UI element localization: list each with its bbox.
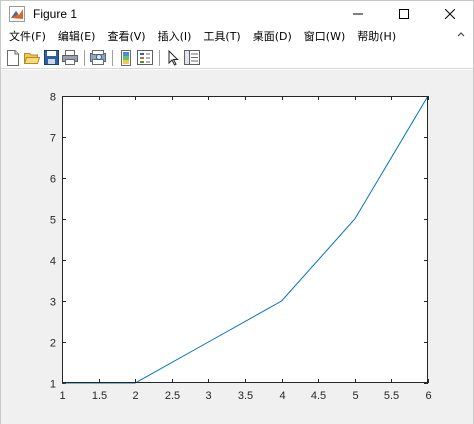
new-figure-button[interactable] (4, 49, 22, 67)
menu-tools[interactable]: 工具(T) (197, 27, 246, 47)
x-tick-label: 3 (205, 390, 211, 402)
line-plot[interactable]: 1 1.5 2 2.5 3 3.5 4 4.5 5 5.5 6 1 2 3 4 5 6 7 8 (0, 69, 472, 423)
insert-legend-button[interactable] (136, 49, 154, 67)
save-disk-icon (43, 50, 59, 65)
print-preview-button[interactable] (89, 49, 107, 67)
x-tick-label: 3.5 (238, 390, 253, 402)
print-button[interactable] (61, 49, 79, 67)
y-tick-label: 6 (50, 174, 56, 186)
y-tick-label: 8 (50, 92, 56, 104)
y-tick-label: 2 (50, 338, 56, 350)
x-tick-label: 1.5 (92, 390, 107, 402)
menu-desktop[interactable]: 桌面(D) (247, 27, 298, 47)
toolbar-separator (84, 49, 85, 66)
arrow-pointer-icon (168, 49, 179, 66)
matlab-logo-icon (9, 6, 25, 22)
property-inspector-button[interactable] (183, 49, 201, 67)
menu-insert[interactable]: 插入(I) (152, 27, 198, 47)
x-tick-label: 2.5 (165, 390, 180, 402)
close-icon (445, 9, 455, 19)
new-document-icon (7, 49, 19, 66)
menu-help[interactable]: 帮助(H) (351, 27, 402, 47)
menu-bar: 文件(F) 编辑(E) 查看(V) 插入(I) 工具(T) 桌面(D) 窗口(W… (1, 27, 473, 47)
open-folder-icon (24, 52, 40, 64)
maximize-button[interactable] (381, 1, 427, 27)
save-button[interactable] (42, 49, 60, 67)
maximize-icon (399, 9, 409, 19)
property-editor-icon (184, 50, 200, 65)
print-preview-icon (90, 50, 106, 65)
x-tick-label: 1 (59, 390, 65, 402)
title-bar[interactable]: Figure 1 (1, 1, 473, 27)
menu-window[interactable]: 窗口(W) (298, 27, 351, 47)
x-tick-label: 2 (132, 390, 138, 402)
colorbar-icon (121, 49, 131, 66)
printer-icon (62, 50, 78, 65)
colorbar-button[interactable] (117, 49, 135, 67)
y-tick-label: 5 (50, 215, 56, 227)
menu-file[interactable]: 文件(F) (3, 27, 52, 47)
menu-view[interactable]: 查看(V) (101, 27, 151, 47)
minimize-button[interactable] (335, 1, 381, 27)
x-tick-label: 5.5 (384, 390, 399, 402)
edit-plot-button[interactable] (164, 49, 182, 67)
y-tick-label: 4 (50, 256, 56, 268)
window-title: Figure 1 (33, 7, 78, 21)
x-tick-label: 5 (352, 390, 358, 402)
close-button[interactable] (427, 1, 473, 27)
y-tick-label: 7 (50, 133, 56, 145)
legend-icon (137, 50, 153, 65)
menu-edit[interactable]: 编辑(E) (52, 27, 102, 47)
minimize-icon (353, 13, 363, 15)
expand-arrow-icon[interactable] (455, 31, 467, 43)
x-tick-label: 4.5 (311, 390, 326, 402)
open-file-button[interactable] (23, 49, 41, 67)
axes-background (62, 96, 428, 383)
toolbar-separator (159, 49, 160, 66)
toolbar-separator (112, 49, 113, 66)
y-tick-label: 3 (50, 297, 56, 309)
x-tick-label: 4 (279, 390, 285, 402)
x-tick-label: 6 (425, 390, 431, 402)
y-tick-label: 1 (50, 379, 56, 391)
figure-toolbar (1, 47, 473, 69)
